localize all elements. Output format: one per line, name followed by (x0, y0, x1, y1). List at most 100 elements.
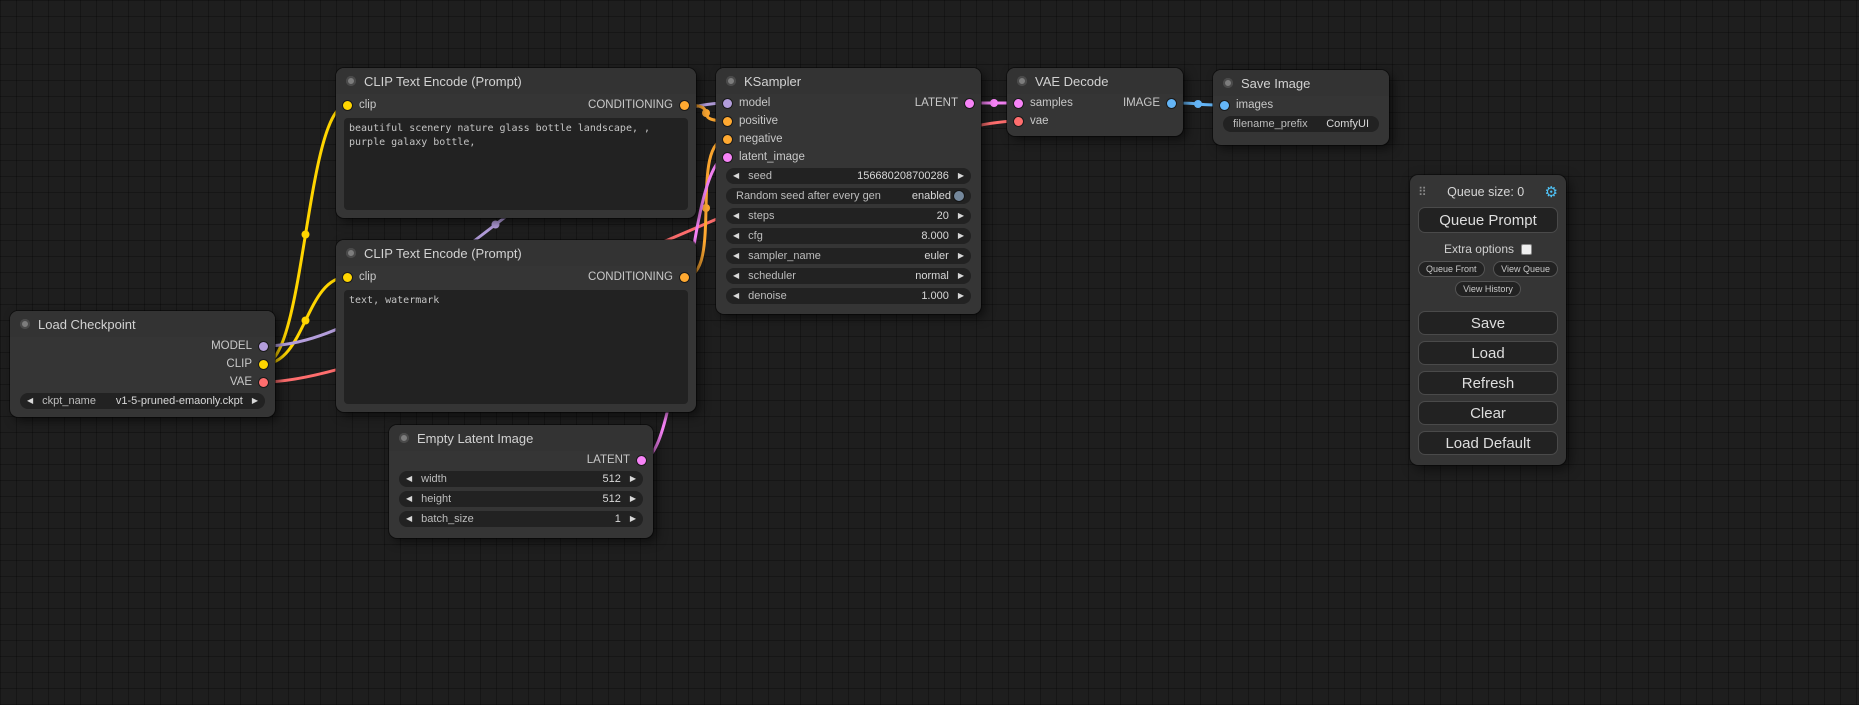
node-vae-decode[interactable]: VAE Decode IMAGE samples vae (1007, 68, 1183, 136)
widget-width[interactable]: ◀ width 512 ▶ (399, 471, 643, 487)
widget-sampler-name[interactable]: ◀ sampler_name euler ▶ (726, 248, 971, 264)
view-queue-button[interactable]: View Queue (1493, 261, 1558, 277)
node-clip-text-encode-negative[interactable]: CLIP Text Encode (Prompt) clip CONDITION… (336, 240, 696, 412)
increment-arrow-icon[interactable]: ▶ (630, 475, 636, 483)
node-header[interactable]: VAE Decode (1007, 68, 1183, 94)
increment-arrow-icon[interactable]: ▶ (958, 212, 964, 220)
input-dot-model[interactable] (723, 99, 732, 108)
input-dot-clip[interactable] (343, 273, 352, 282)
clear-button[interactable]: Clear (1418, 401, 1558, 425)
input-dot-samples[interactable] (1014, 99, 1023, 108)
decrement-arrow-icon[interactable]: ◀ (733, 272, 739, 280)
decrement-arrow-icon[interactable]: ◀ (406, 475, 412, 483)
output-dot-clip[interactable] (259, 360, 268, 369)
output-dot-latent[interactable] (637, 456, 646, 465)
load-button[interactable]: Load (1418, 341, 1558, 365)
decrement-arrow-icon[interactable]: ◀ (733, 232, 739, 240)
increment-arrow-icon[interactable]: ▶ (630, 495, 636, 503)
output-dot-vae[interactable] (259, 378, 268, 387)
view-history-button[interactable]: View History (1455, 281, 1521, 297)
collapse-dot-icon[interactable] (399, 433, 409, 443)
widget-denoise[interactable]: ◀ denoise 1.000 ▶ (726, 288, 971, 304)
output-dot-latent[interactable] (965, 99, 974, 108)
node-empty-latent-image[interactable]: Empty Latent Image LATENT ◀ width 512 ▶ … (389, 425, 653, 538)
toggle-dot[interactable] (954, 191, 964, 201)
widget-value: 20 (937, 210, 949, 222)
increment-arrow-icon[interactable]: ▶ (958, 232, 964, 240)
collapse-dot-icon[interactable] (346, 248, 356, 258)
widget-seed[interactable]: ◀ seed 156680208700286 ▶ (726, 168, 971, 184)
slot-label: IMAGE (1123, 97, 1160, 109)
node-ksampler[interactable]: KSampler LATENT model positive negative … (716, 68, 981, 314)
increment-arrow-icon[interactable]: ▶ (958, 292, 964, 300)
node-clip-text-encode-positive[interactable]: CLIP Text Encode (Prompt) clip CONDITION… (336, 68, 696, 218)
slot-label: MODEL (211, 340, 252, 352)
input-dot-negative[interactable] (723, 135, 732, 144)
widget-label: denoise (748, 290, 787, 302)
input-dot-positive[interactable] (723, 117, 732, 126)
decrement-arrow-icon[interactable]: ◀ (406, 515, 412, 523)
settings-gear-icon[interactable]: ⚙ (1545, 185, 1558, 200)
decrement-arrow-icon[interactable]: ◀ (406, 495, 412, 503)
drag-handle-icon[interactable]: ⠿ (1418, 185, 1427, 199)
node-title: KSampler (744, 74, 801, 89)
output-dot-conditioning[interactable] (680, 101, 689, 110)
widget-ckpt-name[interactable]: ◀ ckpt_name v1-5-pruned-emaonly.ckpt ▶ (20, 393, 265, 409)
node-save-image[interactable]: Save Image images filename_prefix ComfyU… (1213, 70, 1389, 145)
widget-label: width (421, 473, 447, 485)
widget-value: enabled (912, 190, 951, 202)
collapse-dot-icon[interactable] (1223, 78, 1233, 88)
queue-front-button[interactable]: Queue Front (1418, 261, 1485, 277)
decrement-arrow-icon[interactable]: ◀ (27, 397, 33, 405)
node-header[interactable]: Load Checkpoint (10, 311, 275, 337)
node-load-checkpoint[interactable]: Load Checkpoint MODEL CLIP VAE ◀ ckpt_na… (10, 311, 275, 417)
node-header[interactable]: Save Image (1213, 70, 1389, 96)
node-graph-canvas[interactable]: Load Checkpoint MODEL CLIP VAE ◀ ckpt_na… (0, 0, 1859, 705)
input-dot-clip[interactable] (343, 101, 352, 110)
increment-arrow-icon[interactable]: ▶ (958, 272, 964, 280)
node-header[interactable]: KSampler (716, 68, 981, 94)
widget-label: ckpt_name (42, 395, 96, 407)
decrement-arrow-icon[interactable]: ◀ (733, 172, 739, 180)
load-default-button[interactable]: Load Default (1418, 431, 1558, 455)
decrement-arrow-icon[interactable]: ◀ (733, 292, 739, 300)
output-slot-conditioning: CONDITIONING (588, 271, 689, 283)
prompt-textarea[interactable]: beautiful scenery nature glass bottle la… (344, 118, 688, 210)
widget-cfg[interactable]: ◀ cfg 8.000 ▶ (726, 228, 971, 244)
input-dot-vae[interactable] (1014, 117, 1023, 126)
output-dot-conditioning[interactable] (680, 273, 689, 282)
widget-random-seed-toggle[interactable]: Random seed after every gen enabled (726, 188, 971, 204)
decrement-arrow-icon[interactable]: ◀ (733, 252, 739, 260)
widget-steps[interactable]: ◀ steps 20 ▶ (726, 208, 971, 224)
input-dot-latent-image[interactable] (723, 153, 732, 162)
prompt-textarea[interactable]: text, watermark (344, 290, 688, 404)
increment-arrow-icon[interactable]: ▶ (252, 397, 258, 405)
link-midpoint-dot (990, 99, 998, 107)
collapse-dot-icon[interactable] (1017, 76, 1027, 86)
extra-options-label: Extra options (1444, 242, 1514, 256)
widget-scheduler[interactable]: ◀ scheduler normal ▶ (726, 268, 971, 284)
output-dot-model[interactable] (259, 342, 268, 351)
input-dot-images[interactable] (1220, 101, 1229, 110)
collapse-dot-icon[interactable] (346, 76, 356, 86)
widget-height[interactable]: ◀ height 512 ▶ (399, 491, 643, 507)
widget-batch-size[interactable]: ◀ batch_size 1 ▶ (399, 511, 643, 527)
widget-label: height (421, 493, 451, 505)
output-dot-image[interactable] (1167, 99, 1176, 108)
decrement-arrow-icon[interactable]: ◀ (733, 212, 739, 220)
extra-options-checkbox[interactable] (1521, 244, 1532, 255)
collapse-dot-icon[interactable] (726, 76, 736, 86)
increment-arrow-icon[interactable]: ▶ (958, 252, 964, 260)
collapse-dot-icon[interactable] (20, 319, 30, 329)
node-header[interactable]: CLIP Text Encode (Prompt) (336, 240, 696, 266)
increment-arrow-icon[interactable]: ▶ (630, 515, 636, 523)
increment-arrow-icon[interactable]: ▶ (958, 172, 964, 180)
node-header[interactable]: CLIP Text Encode (Prompt) (336, 68, 696, 94)
save-button[interactable]: Save (1418, 311, 1558, 335)
refresh-button[interactable]: Refresh (1418, 371, 1558, 395)
input-slot-positive: positive (716, 112, 981, 130)
queue-prompt-button[interactable]: Queue Prompt (1418, 207, 1558, 233)
node-header[interactable]: Empty Latent Image (389, 425, 653, 451)
slot-label: LATENT (915, 97, 958, 109)
widget-filename-prefix[interactable]: filename_prefix ComfyUI (1223, 116, 1379, 132)
